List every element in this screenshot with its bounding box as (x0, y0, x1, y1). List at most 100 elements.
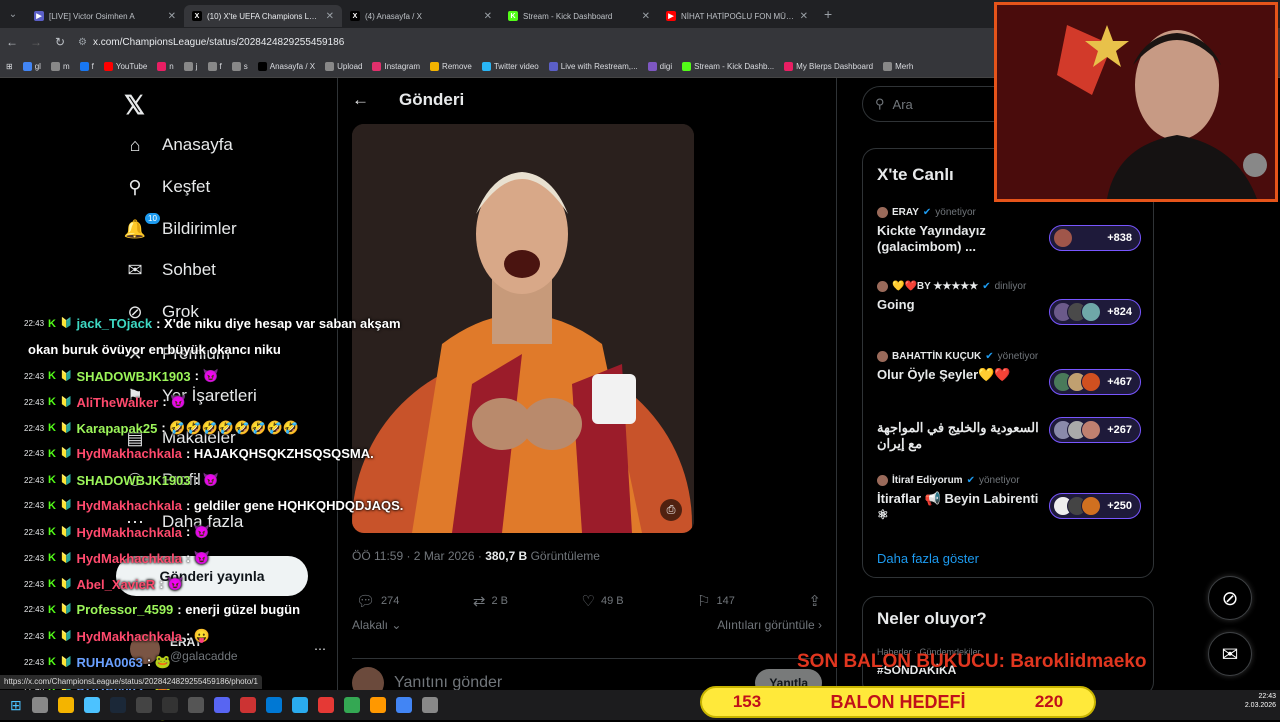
browser-tab[interactable]: X (4) Anasayfa / X ✕ (342, 5, 500, 27)
tab-close-icon[interactable]: ✕ (326, 11, 334, 22)
taskbar-app-icon[interactable] (187, 697, 204, 713)
address-bar[interactable]: ⚙ x.com/ChampionsLeague/status/202842482… (78, 37, 344, 48)
listener-count-pill[interactable]: +267 (1049, 417, 1141, 443)
nav-item-home[interactable]: ⌂ Anasayfa (124, 134, 233, 156)
bookmark-item[interactable]: Anasayfa / X (257, 62, 315, 71)
tab-search-chevron-icon[interactable]: ⌄ (0, 0, 26, 28)
site-info-icon[interactable]: ⚙ (78, 37, 87, 48)
live-space-item[interactable]: 💛❤️BY ★★★★★ ✔ dinliyor Going +824 (877, 281, 1141, 325)
bookmark-label: Remove (442, 62, 472, 71)
live-space-item[interactable]: BAHATTİN KUÇUK ✔ yönetiyor Olur Öyle Şeyle… (877, 351, 1141, 395)
live-space-item[interactable]: السعودية والخليج في المواجهة مع إيران +2… (877, 415, 1141, 452)
apps-grid-icon[interactable]: ⊞ (6, 62, 13, 71)
chat-text: : 🤣🤣🤣🤣🤣🤣🤣🤣 (161, 420, 299, 435)
browser-tab[interactable]: K Stream - Kick Dashboard ✕ (500, 5, 658, 27)
taskbar-app-icon[interactable] (343, 697, 360, 713)
chat-username: Karapapak25 (76, 420, 158, 436)
bookmark-item[interactable]: Stream - Kick Dashb... (682, 62, 774, 71)
bookmark-item[interactable]: Live with Restream,... (548, 62, 638, 71)
bell-icon: 🔔 10 (124, 212, 161, 240)
back-arrow-icon[interactable]: ← (0, 35, 24, 49)
taskbar-app-icon[interactable] (291, 697, 308, 713)
nav-item-mail[interactable]: ✉ Sohbet (124, 259, 215, 281)
view-quotes-link[interactable]: Alıntıları görüntüle › (717, 618, 822, 632)
new-tab-button[interactable]: + (824, 6, 832, 22)
taskbar-app-icon[interactable] (421, 697, 438, 713)
streamer-silhouette (997, 5, 1275, 199)
taskbar-app-icon[interactable] (57, 697, 74, 713)
live-space-title: İtiraflar 📢 Beyin Labirenti ⚛ (877, 491, 1039, 522)
bookmark-item[interactable]: f (207, 62, 222, 71)
browser-tab[interactable]: ▶ NİHAT HATİPOĞLU FON MÜZİK ✕ (658, 5, 816, 27)
taskbar-app-icon[interactable] (317, 697, 334, 713)
sub-badge-icon: 🔰 (59, 526, 73, 538)
share-icon[interactable]: ⇪ (808, 592, 821, 610)
taskbar-app-icon[interactable] (395, 697, 412, 713)
live-space-item[interactable]: İtiraf Ediyorum ✔ yönetiyor İtiraflar 📢 Be… (877, 475, 1141, 523)
taskbar-app-icon[interactable] (109, 697, 126, 713)
x-logo-icon[interactable]: 𝕏 (124, 90, 145, 121)
live-host-status: yönetiyor (978, 475, 1020, 486)
show-more-link[interactable]: Daha fazla göster (877, 551, 979, 566)
bookmark-count: 147 (716, 595, 735, 607)
chat-message: 22:43 K 🔰 HydMakhachkala: HAJAKQHSQKZHSQSQS… (24, 446, 374, 461)
forward-arrow-icon[interactable]: → (24, 35, 48, 49)
tab-close-icon[interactable]: ✕ (484, 11, 492, 22)
verified-icon: ✔ (985, 351, 994, 362)
bookmark-item[interactable]: n (157, 62, 174, 71)
listener-count-pill[interactable]: +467 (1049, 369, 1141, 395)
messages-fab-button[interactable]: ✉ (1208, 632, 1252, 676)
listener-avatar (1081, 420, 1101, 440)
nav-item-bell[interactable]: 🔔 10 Bildirimler (124, 212, 237, 240)
bookmark-item[interactable]: s (231, 62, 248, 71)
taskbar-app-icon[interactable] (83, 697, 100, 713)
taskbar-app-icon[interactable] (369, 697, 386, 713)
windows-start-icon[interactable]: ⊞ (10, 697, 22, 714)
taskbar-app-icon[interactable] (31, 697, 48, 713)
tab-close-icon[interactable]: ✕ (642, 11, 650, 22)
taskbar-app-icon[interactable] (265, 697, 282, 713)
bookmark-item[interactable]: My Blerps Dashboard (784, 62, 873, 71)
taskbar-app-icon[interactable] (161, 697, 178, 713)
like-action[interactable]: ♡ 49 B (582, 592, 624, 610)
bookmark-item[interactable]: j (183, 62, 198, 71)
reload-icon[interactable]: ↻ (48, 35, 72, 49)
bookmark-item[interactable]: Upload (325, 62, 362, 71)
browser-tab[interactable]: ▶ [LIVE] Victor Osimhen A ✕ (26, 5, 184, 27)
bookmark-label: j (195, 62, 198, 71)
listener-count-pill[interactable]: +838 (1049, 225, 1141, 251)
bookmark-item[interactable]: m (50, 62, 70, 71)
taskbar-app-icon[interactable] (213, 697, 230, 713)
system-clock[interactable]: 22:43 2.03.2026 (1245, 692, 1276, 710)
sub-badge-icon: 🔰 (59, 318, 73, 329)
bookmark-action[interactable]: ⚐ 147 (697, 592, 735, 610)
back-arrow-icon[interactable]: ← (352, 90, 369, 110)
bookmark-item[interactable]: Merh (883, 62, 913, 71)
listener-avatar (1081, 496, 1101, 516)
bookmark-item[interactable]: Instagram (372, 62, 420, 71)
tab-favicon-icon: X (192, 11, 202, 21)
browser-tab[interactable]: X (10) X'te UEFA Champions Leag ✕ (184, 5, 342, 27)
taskbar-app-icon[interactable] (135, 697, 152, 713)
bookmark-favicon-icon (481, 62, 491, 71)
listener-count-pill[interactable]: +250 (1049, 493, 1141, 519)
alt-text-icon[interactable]: ⎙ (660, 499, 682, 521)
bookmark-favicon-icon (325, 62, 335, 71)
live-host-status: dinliyor (994, 281, 1027, 292)
bookmark-item[interactable]: f (79, 62, 94, 71)
chat-time: 22:43 (24, 319, 45, 328)
grok-fab-button[interactable]: ⊘ (1208, 576, 1252, 620)
bookmark-item[interactable]: YouTube (103, 62, 147, 71)
bookmark-item[interactable]: Twitter video (481, 62, 539, 71)
bookmark-item[interactable]: digi (647, 62, 672, 71)
listener-count-pill[interactable]: +824 (1049, 299, 1141, 325)
taskbar-app-icon[interactable] (239, 697, 256, 713)
kick-badge-icon: K (48, 526, 56, 538)
nav-item-search[interactable]: ⚲ Keşfet (124, 176, 210, 198)
repost-action[interactable]: ⇄ 2 B (473, 592, 508, 610)
tab-close-icon[interactable]: ✕ (800, 11, 808, 22)
bookmark-item[interactable]: Remove (430, 62, 472, 71)
live-space-item[interactable]: ERAY ✔ yönetiyor Kickte Yayındayız (galaci… (877, 207, 1141, 255)
tab-close-icon[interactable]: ✕ (168, 11, 176, 22)
bookmark-item[interactable]: gl (22, 62, 41, 71)
